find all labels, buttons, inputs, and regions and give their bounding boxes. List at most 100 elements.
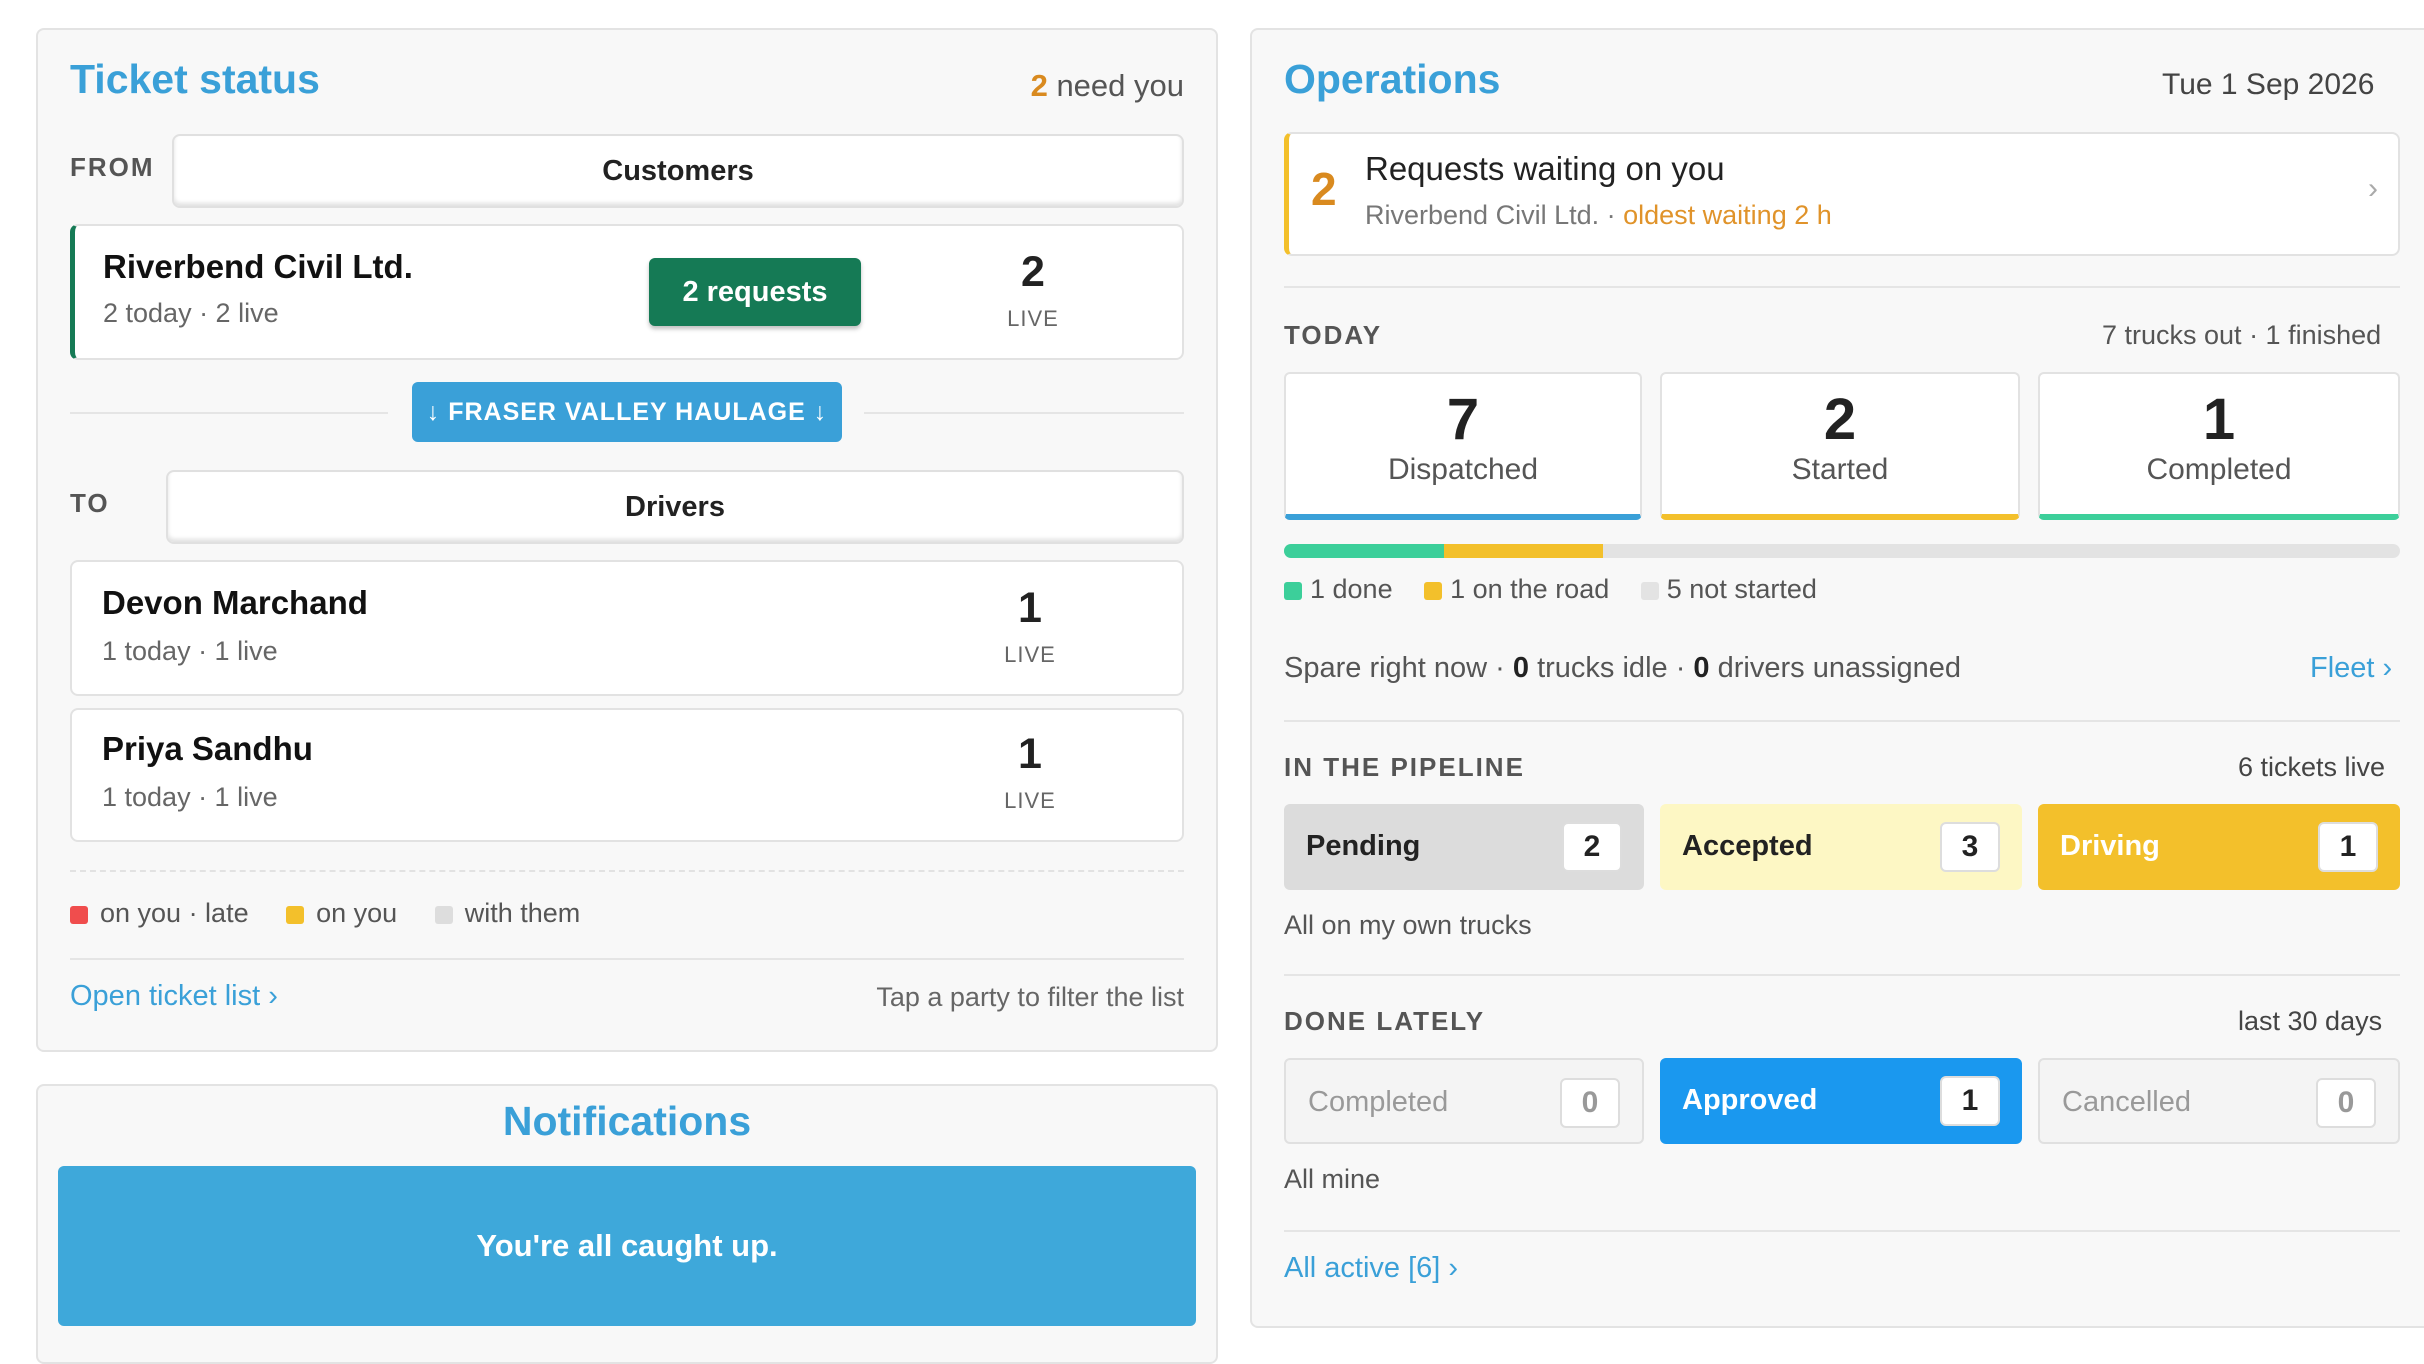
done-note: All mine	[1284, 1164, 1381, 1194]
stat-value: 2	[1823, 387, 1857, 452]
stat-label: Dispatched	[1387, 453, 1539, 486]
footer-divider	[1284, 1230, 2400, 1232]
legend-label: 1 done	[1310, 574, 1393, 604]
spare-driver-label: drivers unassigned	[1717, 652, 1962, 684]
done-item-label: Cancelled	[2062, 1086, 2191, 1118]
today-summary: 7 trucks out · 1 finished	[2102, 320, 2382, 350]
legend-label: on you	[316, 898, 398, 928]
open-ticket-list-link[interactable]: Open ticket list ›	[70, 980, 278, 1013]
filter-hint: Tap a party to filter the list	[876, 982, 1184, 1012]
pipeline-divider	[1284, 720, 2400, 722]
waiting-count: 2	[1311, 163, 1337, 215]
done-item-label: Approved	[1682, 1084, 1818, 1116]
customer-meta: 2 today · 2 live	[103, 298, 279, 328]
customer-card[interactable]: Riverbend Civil Ltd. 2 today · 2 live 2 …	[70, 224, 1184, 360]
pipeline-accepted[interactable]: Accepted 3	[1660, 804, 2022, 890]
done-swatch-icon	[1284, 581, 1302, 600]
progress-legend-item: 1 on the road	[1424, 574, 1609, 604]
notifications-title: Notifications	[502, 1098, 752, 1144]
done-completed[interactable]: Completed 0	[1284, 1058, 1644, 1144]
hauler-divider-left	[70, 412, 388, 414]
progress-done-segment	[1284, 544, 1444, 558]
operations-panel: Operations Tue 1 Sep 2026 2 Requests wai…	[1250, 28, 2424, 1328]
done-item-count: 1	[1940, 1076, 2000, 1126]
stat-dispatched[interactable]: 7 Dispatched	[1284, 372, 1642, 520]
waiting-party: Riverbend Civil Ltd. ·	[1365, 200, 1616, 230]
stat-label: Started	[1791, 453, 1889, 486]
need-you-summary: 2 need you	[1031, 68, 1184, 104]
driver-name: Priya Sandhu	[102, 730, 313, 767]
pipeline-note: All on my own trucks	[1284, 910, 1532, 940]
stat-value: 7	[1446, 387, 1480, 452]
done-item-count: 0	[1560, 1078, 1620, 1128]
notifications-panel: Notifications You're all caught up.	[36, 1084, 1218, 1364]
progress-legend-item: 1 done	[1284, 574, 1393, 604]
spare-prefix: Spare right now ·	[1284, 652, 1505, 684]
today-label: TODAY	[1284, 320, 1383, 350]
legend-label: 1 on the road	[1450, 574, 1610, 604]
progress-legend: 1 done 1 on the road 5 not started	[1284, 574, 1817, 605]
customer-name: Riverbend Civil Ltd.	[103, 248, 413, 285]
late-swatch-icon	[70, 905, 88, 924]
legend-item: on you · late	[70, 898, 249, 928]
footer-divider	[70, 958, 1184, 960]
today-divider	[1284, 286, 2400, 288]
ticket-status-panel: Ticket status 2 need you FROM Customers …	[36, 28, 1218, 1052]
stat-label: Completed	[2146, 453, 2292, 486]
requests-button[interactable]: 2 requests	[649, 258, 861, 326]
trucks-progress-bar	[1284, 544, 2400, 558]
to-select[interactable]: Drivers	[166, 470, 1184, 544]
not-started-swatch-icon	[1640, 581, 1659, 600]
hauler-divider-right	[864, 412, 1184, 414]
pipeline-driving[interactable]: Driving 1	[2038, 804, 2400, 890]
done-divider	[1284, 974, 2400, 976]
spare-driver-count: 0	[1693, 652, 1710, 684]
road-swatch-icon	[1424, 581, 1443, 600]
hauler-button[interactable]: ↓ FRASER VALLEY HAULAGE ↓	[412, 382, 842, 442]
stat-completed[interactable]: 1 Completed	[2038, 372, 2400, 520]
driver-card[interactable]: Priya Sandhu 1 today · 1 live 1 LIVE	[70, 708, 1184, 842]
legend-divider	[70, 870, 1184, 872]
waiting-detail: Riverbend Civil Ltd. · oldest waiting 2 …	[1365, 200, 1832, 231]
ticket-status-title: Ticket status	[70, 56, 320, 102]
caught-up-banner: You're all caught up.	[58, 1166, 1196, 1326]
spare-idle-label: trucks idle ·	[1537, 652, 1686, 684]
legend-item: on you	[286, 898, 397, 928]
done-label: DONE LATELY	[1284, 1006, 1486, 1036]
driver-name: Devon Marchand	[102, 584, 368, 621]
pipeline-pending[interactable]: Pending 2	[1284, 804, 1644, 890]
done-cancelled[interactable]: Cancelled 0	[2038, 1058, 2400, 1144]
driver-live-count: 1	[1018, 584, 1042, 632]
customer-live-label: LIVE	[1007, 306, 1059, 331]
customer-live-count: 2	[1021, 248, 1045, 296]
spare-summary: Spare right now · 0 trucks idle · 0 driv…	[1284, 652, 1961, 685]
legend-label: on you · late	[100, 898, 249, 928]
on-you-swatch-icon	[286, 905, 305, 924]
done-summary: last 30 days	[2238, 1006, 2383, 1036]
waiting-oldest: oldest waiting 2 h	[1623, 200, 1832, 230]
pipeline-item-label: Accepted	[1682, 830, 1813, 862]
pipeline-item-count: 1	[2318, 822, 2378, 872]
spare-idle-count: 0	[1512, 652, 1530, 684]
need-you-count: 2	[1030, 68, 1048, 103]
fleet-link[interactable]: Fleet ›	[2310, 652, 2392, 685]
driver-live-label: LIVE	[1004, 642, 1056, 667]
pipeline-label: IN THE PIPELINE	[1284, 752, 1525, 782]
driver-card[interactable]: Devon Marchand 1 today · 1 live 1 LIVE	[70, 560, 1184, 696]
all-active-link[interactable]: All active [6] ›	[1284, 1252, 1458, 1285]
status-legend: on you · late on you with them	[70, 898, 580, 929]
requests-waiting-card[interactable]: 2 Requests waiting on you Riverbend Civi…	[1284, 132, 2400, 256]
done-approved[interactable]: Approved 1	[1660, 1058, 2022, 1144]
waiting-title: Requests waiting on you	[1365, 150, 1725, 187]
legend-label: with them	[464, 898, 581, 928]
stat-started[interactable]: 2 Started	[1660, 372, 2020, 520]
to-label: TO	[70, 488, 110, 518]
progress-legend-item: 5 not started	[1640, 574, 1817, 604]
driver-meta: 1 today · 1 live	[102, 782, 278, 812]
legend-item: with them	[434, 898, 581, 928]
with-them-swatch-icon	[434, 905, 453, 924]
from-select[interactable]: Customers	[172, 134, 1184, 208]
progress-road-segment	[1443, 544, 1604, 558]
done-item-label: Completed	[1308, 1086, 1449, 1118]
pipeline-item-count: 2	[1562, 822, 1622, 872]
